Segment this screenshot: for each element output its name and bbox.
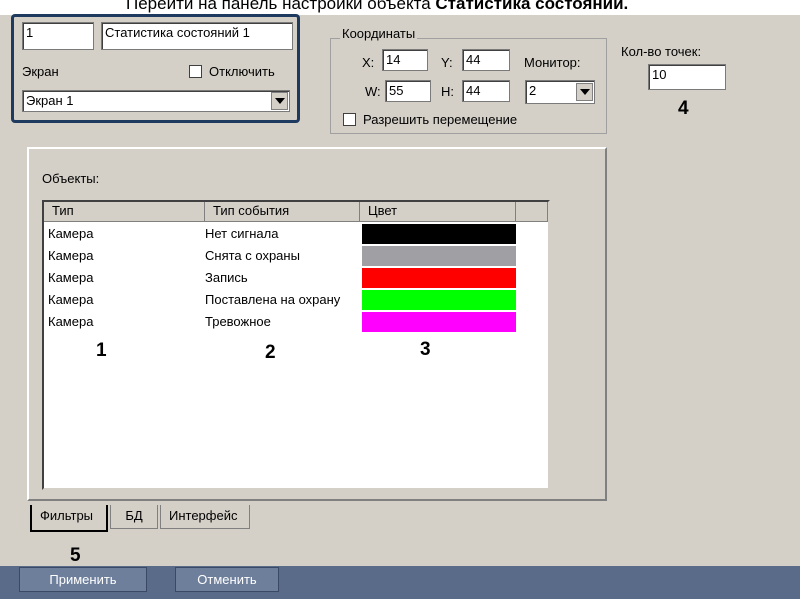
tab-db[interactable]: БД [110, 505, 158, 529]
row-type-cell: Камера [48, 314, 94, 329]
y-label: Y: [441, 55, 453, 70]
tab-filters[interactable]: Фильтры [30, 505, 108, 532]
marker-1: 1 [96, 340, 107, 361]
column-header-type[interactable]: Тип [44, 202, 205, 222]
marker-3: 3 [420, 339, 431, 360]
row-type-cell: Камера [48, 226, 94, 241]
disable-label: Отключить [209, 64, 275, 79]
table-row[interactable]: Камера Тревожное [44, 311, 516, 333]
column-header-filler [516, 202, 548, 222]
object-name-field[interactable]: Статистика состояний 1 [101, 22, 293, 50]
row-event-cell: Нет сигнала [205, 226, 279, 241]
marker-2: 2 [265, 342, 276, 363]
marker-4: 4 [678, 98, 689, 119]
row-event-cell: Снята с охраны [205, 248, 300, 263]
y-field[interactable]: 44 [462, 49, 510, 71]
cancel-button[interactable]: Отменить [175, 567, 279, 592]
objects-label: Объекты: [42, 171, 100, 186]
table-row[interactable]: Камера Запись [44, 267, 516, 289]
monitor-dropdown-icon[interactable] [576, 83, 593, 101]
row-event-cell: Тревожное [205, 314, 271, 329]
screen-label: Экран [22, 64, 59, 79]
x-label: X: [362, 55, 375, 70]
row-event-cell: Запись [205, 270, 248, 285]
tab-interface[interactable]: Интерфейс [160, 505, 250, 529]
w-field[interactable]: 55 [385, 80, 431, 102]
screen-select[interactable]: Экран 1 [22, 90, 290, 112]
color-swatch[interactable] [362, 290, 516, 310]
h-field[interactable]: 44 [462, 80, 510, 102]
coordinates-title: Координаты [340, 26, 418, 41]
allow-move-label: Разрешить перемещение [363, 112, 518, 127]
table-row[interactable]: Камера Поставлена на охрану [44, 289, 516, 311]
table-row[interactable]: Камера Снята с охраны [44, 245, 516, 267]
x-field[interactable]: 14 [382, 49, 428, 71]
color-swatch[interactable] [362, 224, 516, 244]
row-type-cell: Камера [48, 248, 94, 263]
allow-move-checkbox[interactable] [343, 113, 356, 126]
row-event-cell: Поставлена на охрану [205, 292, 341, 307]
apply-button[interactable]: Применить [19, 567, 147, 592]
column-header-color[interactable]: Цвет [360, 202, 516, 222]
caption-strip: Перейти на панель настройки объекта Стат… [0, 0, 800, 15]
color-swatch[interactable] [362, 312, 516, 332]
objects-table[interactable]: Тип Тип события Цвет Камера Нет сигнала … [42, 200, 550, 490]
screen-dropdown-icon[interactable] [271, 92, 288, 110]
column-header-event[interactable]: Тип события [205, 202, 360, 222]
color-swatch[interactable] [362, 246, 516, 266]
row-type-cell: Камера [48, 292, 94, 307]
points-label: Кол-во точек: [621, 44, 702, 59]
marker-5: 5 [70, 545, 81, 566]
screen-select-value: Экран 1 [26, 93, 74, 108]
color-swatch[interactable] [362, 268, 516, 288]
points-field[interactable]: 10 [648, 64, 726, 90]
row-type-cell: Камера [48, 270, 94, 285]
disable-checkbox[interactable] [189, 65, 202, 78]
table-row[interactable]: Камера Нет сигнала [44, 223, 516, 245]
monitor-label: Монитор: [524, 55, 581, 70]
monitor-select-value: 2 [529, 83, 537, 98]
h-label: H: [441, 84, 454, 99]
object-id-field[interactable]: 1 [22, 22, 94, 50]
caption-text: Перейти на панель настройки объекта Стат… [126, 0, 629, 13]
w-label: W: [365, 84, 381, 99]
